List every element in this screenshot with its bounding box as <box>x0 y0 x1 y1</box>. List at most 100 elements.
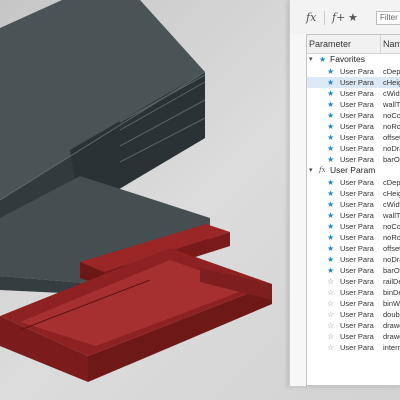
parameter-name-cell: intern <box>383 343 400 352</box>
parameter-type-cell: User Para <box>340 343 374 352</box>
parameter-name-cell: barOff <box>383 266 400 275</box>
parameter-type-cell: User Para <box>340 211 374 220</box>
favorite-star-icon[interactable]: ★ <box>327 221 334 232</box>
parameter-name-cell: cHeig <box>383 189 400 198</box>
table-row[interactable]: ★ User Para noDra <box>307 143 400 154</box>
parameter-name-cell: cDept <box>383 178 400 187</box>
parameter-name-cell: cWidt <box>383 200 400 209</box>
unfavorite-star-icon[interactable]: ☆ <box>327 287 334 298</box>
parameter-type-cell: User Para <box>340 155 374 164</box>
fx-icon[interactable]: fx <box>306 11 316 25</box>
favorite-star-icon[interactable]: ★ <box>327 88 334 99</box>
favorite-star-icon[interactable]: ★ <box>327 110 334 121</box>
group-label: User Param <box>330 165 376 175</box>
parameter-type-cell: User Para <box>340 144 374 153</box>
favorite-star-icon[interactable]: ★ <box>327 199 334 210</box>
parameter-name-cell: cDept <box>383 67 400 76</box>
parameters-table: Parameter Nam ▾★Favorites★User ParacDept… <box>306 34 400 386</box>
parameter-type-cell: User Para <box>340 244 374 253</box>
favorite-star-icon[interactable]: ★ <box>327 143 334 154</box>
parameter-name-cell: wallTh <box>383 211 400 220</box>
unfavorite-star-icon[interactable]: ☆ <box>327 342 334 353</box>
table-header: Parameter Nam <box>307 35 400 54</box>
table-row[interactable]: ★ User Para cDept <box>307 66 400 77</box>
favorite-star-icon[interactable]: ★ <box>327 265 334 276</box>
table-row[interactable]: ☆ User Para intern <box>307 342 400 353</box>
favorite-star-icon[interactable]: ★ <box>327 177 334 188</box>
parameter-name-cell: offset <box>383 244 400 253</box>
table-row[interactable]: ☆ User Para railDe <box>307 276 400 287</box>
parameter-type-cell: User Para <box>340 89 374 98</box>
table-row[interactable]: ★ User Para cWidt <box>307 199 400 210</box>
column-divider[interactable] <box>380 35 381 53</box>
table-row[interactable]: ★ User Para noRow <box>307 121 400 132</box>
parameter-name-cell: noRow <box>383 122 400 131</box>
table-row[interactable]: ☆ User Para binWi <box>307 298 400 309</box>
blue-star-icon: ★ <box>319 55 327 64</box>
parameter-name-cell: noCol <box>383 222 400 231</box>
group-row[interactable]: ▾ ★ Favorites <box>307 54 400 65</box>
table-row[interactable]: ★ User Para wallTh <box>307 210 400 221</box>
table-row[interactable]: ★ User Para offset <box>307 132 400 143</box>
favorite-star-icon[interactable]: ★ <box>327 132 334 143</box>
parameter-type-cell: User Para <box>340 133 374 142</box>
table-row[interactable]: ★ User Para cHeig <box>307 188 400 199</box>
column-header-parameter[interactable]: Parameter <box>309 39 351 49</box>
favorite-star-icon[interactable]: ★ <box>327 121 334 132</box>
favorite-star-icon[interactable]: ★ <box>327 243 334 254</box>
table-row[interactable]: ★ User Para noCol <box>307 110 400 121</box>
parameter-name-cell: noRow <box>383 233 400 242</box>
parameter-type-cell: User Para <box>340 178 374 187</box>
unfavorite-star-icon[interactable]: ☆ <box>327 309 334 320</box>
table-row[interactable]: ★ User Para noDra <box>307 254 400 265</box>
table-row[interactable]: ★ User Para wallTh <box>307 99 400 110</box>
unfavorite-star-icon[interactable]: ☆ <box>327 276 334 287</box>
table-row[interactable]: ★ User Para barOff <box>307 265 400 276</box>
table-row[interactable]: ★ User Para noCol <box>307 221 400 232</box>
parameter-type-cell: User Para <box>340 288 374 297</box>
table-row[interactable]: ★ User Para noRow <box>307 232 400 243</box>
table-row[interactable]: ★ User Para cHeig <box>307 77 400 88</box>
favorite-star-icon[interactable]: ★ <box>327 77 334 88</box>
filter-input[interactable]: Filter a <box>376 11 400 25</box>
favorite-star-icon[interactable]: ★ <box>327 154 334 165</box>
table-row[interactable]: ★ User Para cWidt <box>307 88 400 99</box>
add-parameter-icon[interactable]: f+ <box>332 11 345 25</box>
column-header-name[interactable]: Nam <box>383 39 400 49</box>
unfavorite-star-icon[interactable]: ☆ <box>327 298 334 309</box>
parameter-name-cell: wallTh <box>383 100 400 109</box>
parameter-type-cell: User Para <box>340 222 374 231</box>
favorite-star-icon[interactable]: ★ <box>327 232 334 243</box>
parameter-type-cell: User Para <box>340 111 374 120</box>
favorite-star-icon[interactable]: ★ <box>327 188 334 199</box>
table-row[interactable]: ★ User Para barOff <box>307 154 400 165</box>
parameter-name-cell: drawe <box>383 321 400 330</box>
table-row[interactable]: ☆ User Para binDe <box>307 287 400 298</box>
chevron-down-icon[interactable]: ▾ <box>309 54 317 65</box>
parameter-name-cell: binDe <box>383 288 400 297</box>
favorite-star-icon[interactable]: ★ <box>348 11 358 25</box>
panel-toolbar: fx f+ ★ Filter a <box>290 0 400 34</box>
parameter-name-cell: double <box>383 310 400 319</box>
unfavorite-star-icon[interactable]: ☆ <box>327 320 334 331</box>
parameter-type-cell: User Para <box>340 100 374 109</box>
table-row[interactable]: ★ User Para offset <box>307 243 400 254</box>
parameter-type-cell: User Para <box>340 277 374 286</box>
fx-icon: fx <box>319 166 326 174</box>
table-row[interactable]: ★ User Para cDept <box>307 177 400 188</box>
parameter-type-cell: User Para <box>340 67 374 76</box>
table-row[interactable]: ☆ User Para double <box>307 309 400 320</box>
table-row[interactable]: ☆ User Para drawe <box>307 320 400 331</box>
table-row[interactable]: ☆ User Para drawe <box>307 331 400 342</box>
parameter-name-cell: cHeig <box>383 78 400 87</box>
unfavorite-star-icon[interactable]: ☆ <box>327 331 334 342</box>
chevron-down-icon[interactable]: ▾ <box>309 165 317 176</box>
group-row[interactable]: ▾ fx User Param <box>307 165 400 176</box>
favorite-star-icon[interactable]: ★ <box>327 254 334 265</box>
parameter-type-cell: User Para <box>340 299 374 308</box>
favorite-star-icon[interactable]: ★ <box>327 99 334 110</box>
favorite-star-icon[interactable]: ★ <box>327 66 334 77</box>
parameter-name-cell: barOff <box>383 155 400 164</box>
parameter-name-cell: drawe <box>383 332 400 341</box>
favorite-star-icon[interactable]: ★ <box>327 210 334 221</box>
